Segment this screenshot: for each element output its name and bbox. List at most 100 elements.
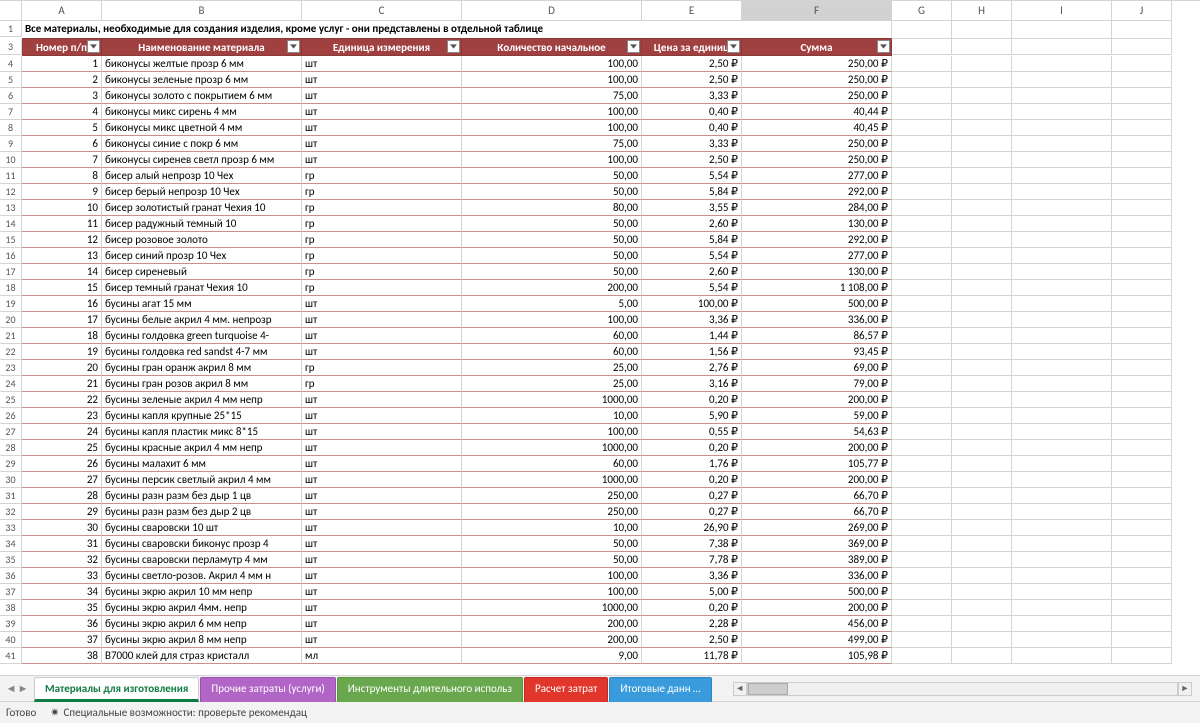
col-header-D[interactable]: D <box>462 1 642 21</box>
cell-name[interactable]: биконусы зеленые прозр 6 мм <box>102 72 302 88</box>
empty-cell[interactable] <box>1012 39 1112 55</box>
cell-unit[interactable]: шт <box>302 520 462 536</box>
cell-sum[interactable]: 200,00 ₽ <box>742 440 892 456</box>
cell-name[interactable]: бусины экрю акрил 6 мм непр <box>102 616 302 632</box>
row-header[interactable]: 12 <box>0 184 22 200</box>
cell-unit[interactable]: шт <box>302 472 462 488</box>
row-header[interactable]: 10 <box>0 152 22 168</box>
cell-qty[interactable]: 60,00 <box>462 456 642 472</box>
empty-cell[interactable] <box>1012 88 1112 104</box>
empty-cell[interactable] <box>1012 232 1112 248</box>
cell-unit[interactable]: шт <box>302 312 462 328</box>
cell-sum[interactable]: 54,63 ₽ <box>742 424 892 440</box>
empty-cell[interactable] <box>1012 520 1112 536</box>
row-header[interactable]: 6 <box>0 88 22 104</box>
empty-cell[interactable] <box>952 88 1012 104</box>
cell-number[interactable]: 12 <box>22 232 102 248</box>
cell-name[interactable]: бисер синий прозр 10 Чех <box>102 248 302 264</box>
empty-cell[interactable] <box>1112 600 1172 616</box>
cell-sum[interactable]: 336,00 ₽ <box>742 312 892 328</box>
empty-cell[interactable] <box>952 248 1012 264</box>
row-header[interactable]: 40 <box>0 632 22 648</box>
cell-number[interactable]: 2 <box>22 72 102 88</box>
row-header[interactable]: 7 <box>0 104 22 120</box>
empty-cell[interactable] <box>952 488 1012 504</box>
cell-sum[interactable]: 284,00 ₽ <box>742 200 892 216</box>
cell-price[interactable]: 5,54 ₽ <box>642 280 742 296</box>
empty-cell[interactable] <box>1012 376 1112 392</box>
cell-sum[interactable]: 79,00 ₽ <box>742 376 892 392</box>
cell-number[interactable]: 14 <box>22 264 102 280</box>
cell-name[interactable]: бусины зеленые акрил 4 мм непр <box>102 392 302 408</box>
empty-cell[interactable] <box>1012 552 1112 568</box>
empty-cell[interactable] <box>1112 88 1172 104</box>
col-header-A[interactable]: A <box>22 1 102 21</box>
empty-cell[interactable] <box>952 536 1012 552</box>
cell-qty[interactable]: 75,00 <box>462 88 642 104</box>
cell-qty[interactable]: 100,00 <box>462 72 642 88</box>
empty-cell[interactable] <box>892 360 952 376</box>
cell-price[interactable]: 0,20 ₽ <box>642 440 742 456</box>
cell-sum[interactable]: 499,00 ₽ <box>742 632 892 648</box>
filter-dropdown-icon[interactable] <box>877 40 890 53</box>
cell-qty[interactable]: 10,00 <box>462 520 642 536</box>
cell-unit[interactable]: гр <box>302 168 462 184</box>
empty-cell[interactable] <box>892 424 952 440</box>
cell-sum[interactable]: 250,00 ₽ <box>742 56 892 72</box>
empty-cell[interactable] <box>892 39 952 55</box>
empty-cell[interactable] <box>952 328 1012 344</box>
cell-number[interactable]: 23 <box>22 408 102 424</box>
empty-cell[interactable] <box>1012 280 1112 296</box>
empty-cell[interactable] <box>1112 584 1172 600</box>
cell-price[interactable]: 3,36 ₽ <box>642 312 742 328</box>
cell-sum[interactable]: 69,00 ₽ <box>742 360 892 376</box>
cell-unit[interactable]: гр <box>302 232 462 248</box>
cell-unit[interactable]: шт <box>302 296 462 312</box>
empty-cell[interactable] <box>952 616 1012 632</box>
cell-sum[interactable]: 40,44 ₽ <box>742 104 892 120</box>
col-header-B[interactable]: B <box>102 1 302 21</box>
cell-sum[interactable]: 456,00 ₽ <box>742 616 892 632</box>
empty-cell[interactable] <box>892 88 952 104</box>
empty-cell[interactable] <box>892 488 952 504</box>
cell-name[interactable]: биконусы желтые прозр 6 мм <box>102 56 302 72</box>
row-header[interactable]: 20 <box>0 312 22 328</box>
row-header[interactable]: 33 <box>0 520 22 536</box>
cell-qty[interactable]: 9,00 <box>462 648 642 664</box>
cell-number[interactable]: 33 <box>22 568 102 584</box>
row-header[interactable]: 29 <box>0 456 22 472</box>
cell-price[interactable]: 3,36 ₽ <box>642 568 742 584</box>
cell-unit[interactable]: гр <box>302 264 462 280</box>
cell-price[interactable]: 0,40 ₽ <box>642 120 742 136</box>
cell-price[interactable]: 3,16 ₽ <box>642 376 742 392</box>
empty-cell[interactable] <box>1112 376 1172 392</box>
empty-cell[interactable] <box>892 536 952 552</box>
empty-cell[interactable] <box>952 56 1012 72</box>
nav-next-icon[interactable]: ► <box>18 682 28 696</box>
empty-cell[interactable] <box>952 424 1012 440</box>
empty-cell[interactable] <box>952 120 1012 136</box>
empty-cell[interactable] <box>1112 152 1172 168</box>
empty-cell[interactable] <box>952 440 1012 456</box>
cell-number[interactable]: 3 <box>22 88 102 104</box>
cell-number[interactable]: 15 <box>22 280 102 296</box>
cell-sum[interactable]: 369,00 ₽ <box>742 536 892 552</box>
cell-qty[interactable]: 60,00 <box>462 344 642 360</box>
empty-cell[interactable] <box>892 200 952 216</box>
cell-name[interactable]: бусины гран оранж акрил 8 мм <box>102 360 302 376</box>
empty-cell[interactable] <box>1012 408 1112 424</box>
cell-sum[interactable]: 200,00 ₽ <box>742 600 892 616</box>
col-header-G[interactable]: G <box>892 1 952 21</box>
cell-name[interactable]: бусины гран розов акрил 8 мм <box>102 376 302 392</box>
empty-cell[interactable] <box>1112 328 1172 344</box>
filter-dropdown-icon[interactable] <box>727 40 740 53</box>
sheet-tab[interactable]: Материалы для изготовления <box>34 677 199 702</box>
cell-unit[interactable]: гр <box>302 248 462 264</box>
cell-number[interactable]: 1 <box>22 56 102 72</box>
empty-cell[interactable] <box>1012 72 1112 88</box>
hscroll-right[interactable]: ► <box>1178 682 1192 696</box>
cell-qty[interactable]: 75,00 <box>462 136 642 152</box>
cell-price[interactable]: 1,76 ₽ <box>642 456 742 472</box>
cell-number[interactable]: 17 <box>22 312 102 328</box>
empty-cell[interactable] <box>892 216 952 232</box>
